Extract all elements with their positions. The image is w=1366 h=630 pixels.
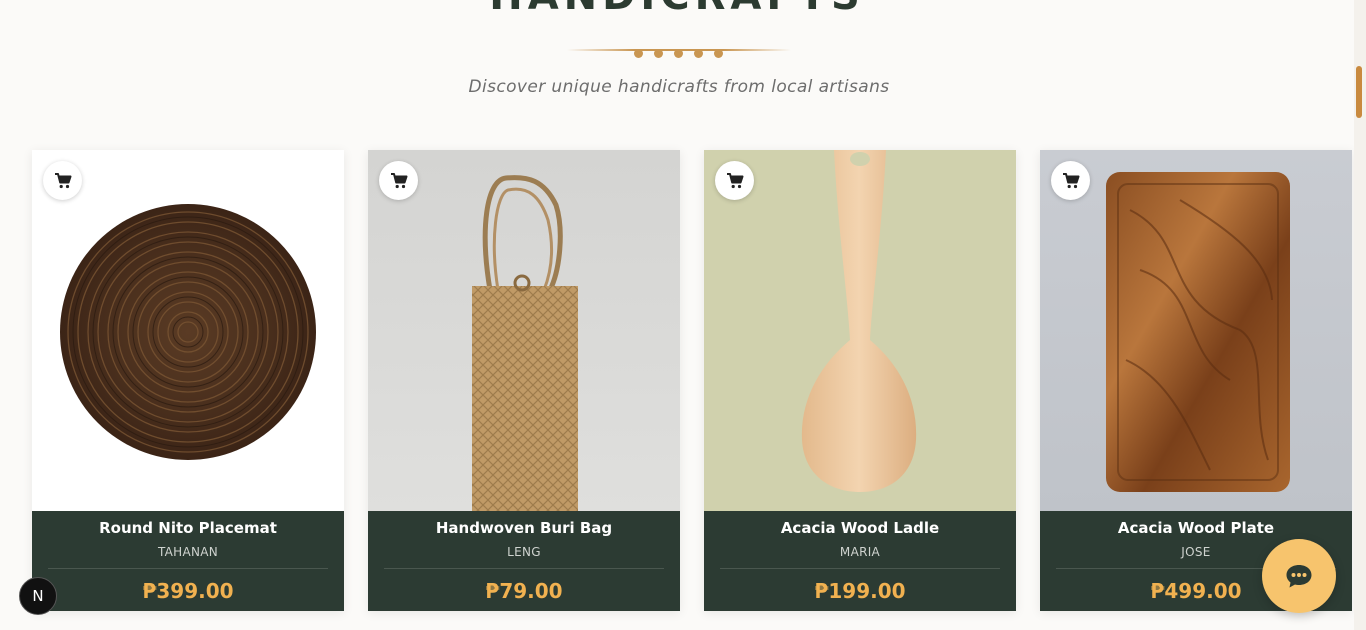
product-price: ₱199.00: [814, 579, 906, 603]
info-divider: [384, 568, 664, 569]
product-price: ₱399.00: [142, 579, 234, 603]
product-info: Round Nito Placemat TAHANAN ₱399.00: [32, 511, 344, 611]
add-to-cart-button[interactable]: [379, 161, 418, 200]
product-info: Acacia Wood Ladle MARIA ₱199.00: [704, 511, 1016, 611]
add-to-cart-button[interactable]: [1051, 161, 1090, 200]
product-name[interactable]: Handwoven Buri Bag: [368, 519, 680, 537]
cart-icon: [1062, 172, 1079, 188]
product-maker: MARIA: [839, 545, 881, 559]
product-info: Handwoven Buri Bag LENG ₱79.00: [368, 511, 680, 611]
product-card[interactable]: Acacia Wood Ladle MARIA ₱199.00: [704, 150, 1016, 611]
section-subtitle: Discover unique handicrafts from local a…: [468, 77, 890, 97]
info-divider: [48, 568, 328, 569]
scrollbar-thumb[interactable]: [1356, 66, 1362, 118]
product-name[interactable]: Round Nito Placemat: [32, 519, 344, 537]
product-name[interactable]: Acacia Wood Plate: [1040, 519, 1352, 537]
section-title: HANDICRAFTS: [0, 0, 1354, 16]
chat-icon: [1286, 565, 1312, 588]
product-image-ladle[interactable]: [704, 150, 1016, 511]
dev-tools-badge[interactable]: N: [19, 577, 57, 615]
product-card[interactable]: Handwoven Buri Bag LENG ₱79.00: [368, 150, 680, 611]
add-to-cart-button[interactable]: [43, 161, 82, 200]
product-image-plate[interactable]: [1040, 150, 1352, 511]
cart-icon: [726, 172, 743, 188]
cart-icon: [390, 172, 407, 188]
product-price: ₱79.00: [485, 579, 563, 603]
title-divider: [567, 44, 791, 62]
add-to-cart-button[interactable]: [715, 161, 754, 200]
product-maker: TAHANAN: [157, 545, 219, 559]
product-maker: LENG: [507, 545, 541, 559]
product-name[interactable]: Acacia Wood Ladle: [704, 519, 1016, 537]
product-image-buri-bag[interactable]: [368, 150, 680, 511]
cart-icon: [54, 172, 71, 188]
product-card[interactable]: Round Nito Placemat TAHANAN ₱399.00: [32, 150, 344, 611]
page-scrollbar[interactable]: [1354, 0, 1366, 630]
info-divider: [720, 568, 1000, 569]
product-image-placemat[interactable]: [32, 150, 344, 511]
chat-button[interactable]: [1262, 539, 1336, 613]
